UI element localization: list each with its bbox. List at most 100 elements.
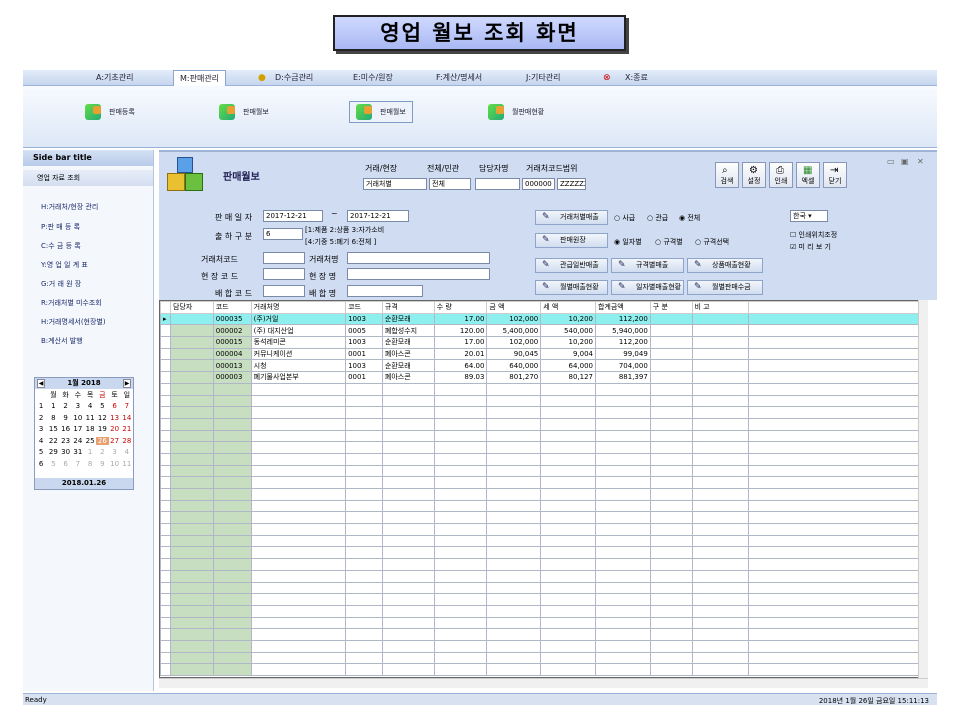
calendar-day[interactable]: 5 bbox=[96, 402, 108, 410]
table-cell[interactable] bbox=[433, 546, 488, 560]
table-cell[interactable] bbox=[345, 534, 383, 548]
calendar-day[interactable]: 1 bbox=[84, 448, 96, 456]
calendar-day[interactable]: 16 bbox=[60, 425, 72, 433]
table-cell[interactable] bbox=[649, 534, 693, 548]
table-cell[interactable] bbox=[212, 639, 252, 653]
calendar-day[interactable]: 23 bbox=[60, 437, 72, 445]
table-cell[interactable] bbox=[169, 476, 214, 489]
prev-month-icon[interactable]: ◀ bbox=[37, 379, 45, 388]
grid-header[interactable]: 구 분 bbox=[649, 301, 693, 314]
table-cell[interactable]: 9,004 bbox=[540, 347, 596, 361]
public-sales-button[interactable]: 관급일반매출 bbox=[535, 258, 608, 273]
grid-header[interactable]: 거래처명 bbox=[250, 301, 347, 314]
table-cell[interactable] bbox=[649, 394, 693, 408]
table-cell[interactable] bbox=[345, 452, 383, 466]
table-cell[interactable] bbox=[486, 639, 542, 653]
table-cell[interactable]: 540,000 bbox=[540, 324, 596, 338]
table-row[interactable] bbox=[160, 523, 927, 536]
table-cell[interactable] bbox=[250, 663, 347, 676]
menu-invoice[interactable]: F:계산/명세서 bbox=[436, 70, 482, 86]
table-cell[interactable]: 0005 bbox=[345, 324, 383, 338]
table-cell[interactable] bbox=[486, 534, 542, 548]
table-row[interactable] bbox=[160, 663, 927, 676]
table-row[interactable] bbox=[160, 616, 927, 630]
settings-button[interactable]: ⚙ 설정 bbox=[742, 162, 766, 188]
table-cell[interactable] bbox=[649, 347, 693, 361]
table-cell[interactable] bbox=[250, 581, 347, 595]
table-cell[interactable]: 5,940,000 bbox=[594, 324, 651, 338]
table-cell[interactable]: 폐합성수지 bbox=[381, 324, 435, 338]
table-row[interactable] bbox=[160, 429, 927, 443]
table-cell[interactable] bbox=[345, 499, 383, 513]
preview-checkbox[interactable]: ☑ 미 리 보 기 bbox=[790, 242, 831, 252]
table-cell[interactable] bbox=[649, 464, 693, 478]
table-row[interactable] bbox=[160, 639, 927, 653]
table-cell[interactable] bbox=[345, 382, 383, 396]
table-cell[interactable] bbox=[250, 593, 347, 606]
table-cell[interactable] bbox=[345, 558, 383, 571]
table-cell[interactable]: 000002 bbox=[212, 324, 252, 338]
table-cell[interactable]: 폐기물사업본부 bbox=[250, 371, 347, 384]
site-code-input[interactable] bbox=[263, 268, 305, 280]
table-cell[interactable] bbox=[486, 558, 542, 571]
table-cell[interactable] bbox=[486, 429, 542, 443]
calendar-day[interactable]: 22 bbox=[47, 437, 59, 445]
table-cell[interactable] bbox=[691, 464, 750, 478]
table-cell[interactable] bbox=[486, 523, 542, 536]
table-cell[interactable]: 000003 bbox=[212, 371, 252, 384]
table-cell[interactable] bbox=[169, 523, 214, 536]
table-cell[interactable] bbox=[540, 534, 596, 548]
table-cell[interactable] bbox=[649, 616, 693, 630]
table-cell[interactable]: 64.00 bbox=[433, 359, 488, 373]
table-cell[interactable] bbox=[649, 628, 693, 641]
table-cell[interactable] bbox=[433, 417, 488, 431]
table-cell[interactable] bbox=[169, 417, 214, 431]
table-cell[interactable]: 순환모래 bbox=[381, 312, 435, 326]
table-cell[interactable] bbox=[433, 651, 488, 665]
table-cell[interactable]: 20.01 bbox=[433, 347, 488, 361]
table-cell[interactable] bbox=[594, 452, 651, 466]
table-cell[interactable] bbox=[345, 511, 383, 525]
table-cell[interactable] bbox=[486, 452, 542, 466]
grid-header[interactable]: 비 고 bbox=[691, 301, 750, 314]
table-cell[interactable]: 0001 bbox=[345, 371, 383, 384]
table-cell[interactable] bbox=[212, 499, 252, 513]
daily-sales-button[interactable]: 일자별매출현황 bbox=[611, 280, 684, 295]
table-cell[interactable] bbox=[540, 511, 596, 525]
table-cell[interactable] bbox=[381, 417, 435, 431]
table-cell[interactable] bbox=[169, 546, 214, 560]
table-cell[interactable] bbox=[486, 663, 542, 676]
table-cell[interactable] bbox=[381, 382, 435, 396]
table-cell[interactable] bbox=[212, 476, 252, 489]
horizontal-scrollbar[interactable] bbox=[159, 678, 928, 688]
table-cell[interactable] bbox=[250, 604, 347, 618]
table-cell[interactable] bbox=[649, 593, 693, 606]
table-cell[interactable] bbox=[486, 546, 542, 560]
table-cell[interactable] bbox=[691, 452, 750, 466]
table-cell[interactable] bbox=[381, 429, 435, 443]
grid-header[interactable]: 규격 bbox=[381, 301, 435, 314]
table-row[interactable]: 000015 동석레미콘 1003 순환모래 17.00 102,000 10,200 112… bbox=[160, 336, 927, 349]
table-cell[interactable] bbox=[381, 406, 435, 419]
table-cell[interactable] bbox=[594, 394, 651, 408]
table-cell[interactable] bbox=[169, 382, 214, 396]
vertical-scrollbar[interactable] bbox=[918, 300, 928, 678]
table-cell[interactable] bbox=[540, 394, 596, 408]
table-cell[interactable] bbox=[345, 429, 383, 443]
table-row[interactable] bbox=[160, 628, 927, 641]
table-cell[interactable]: 000013 bbox=[212, 359, 252, 373]
table-cell[interactable]: 순환모래 bbox=[381, 336, 435, 349]
table-cell[interactable] bbox=[691, 324, 750, 338]
table-cell[interactable] bbox=[169, 452, 214, 466]
table-cell[interactable] bbox=[169, 347, 214, 361]
table-row[interactable] bbox=[160, 651, 927, 665]
table-cell[interactable] bbox=[649, 476, 693, 489]
table-cell[interactable] bbox=[433, 523, 488, 536]
table-cell[interactable] bbox=[649, 429, 693, 443]
calendar-day[interactable]: 27 bbox=[109, 437, 121, 445]
table-cell[interactable] bbox=[169, 324, 214, 338]
table-row[interactable] bbox=[160, 511, 927, 525]
table-cell[interactable]: 5,400,000 bbox=[486, 324, 542, 338]
table-cell[interactable]: 90,045 bbox=[486, 347, 542, 361]
table-cell[interactable] bbox=[381, 628, 435, 641]
